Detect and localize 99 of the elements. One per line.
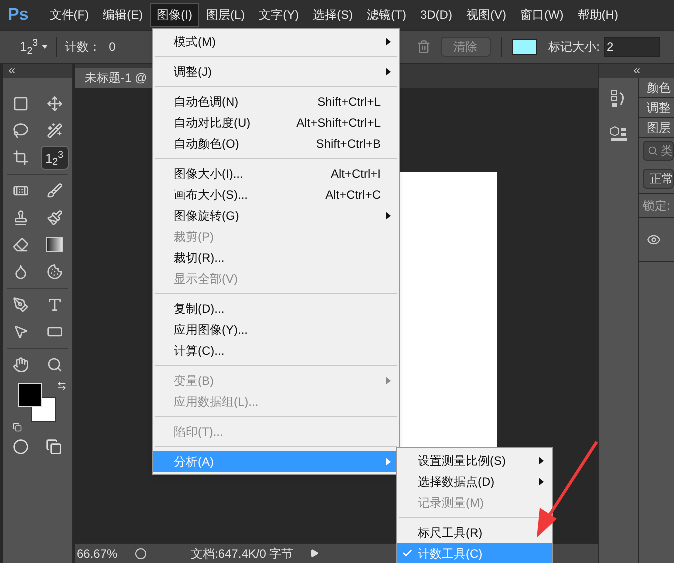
zoom-icon [46,357,62,373]
search-icon [648,146,658,156]
menu-item-label: 分析(A) [174,454,214,470]
wand-icon [46,123,62,139]
blend-mode-dropdown[interactable]: 正常 [643,168,674,188]
status-icon [135,548,147,560]
collapse-icon [632,66,642,76]
menu-item[interactable]: 选择数据点(D) [397,471,552,492]
menu-item-label: 计算(C)... [174,342,225,360]
default-colors-icon[interactable] [13,423,22,432]
count-value: 0 [109,39,116,56]
menu-item-label: 选择数据点(D) [418,474,495,490]
menu-item-label: 设置测量比例(S) [418,452,506,470]
menu-item-label: 应用数据组(L)... [174,394,259,410]
marker-size-field[interactable]: 2 [604,37,660,57]
lasso-icon [13,123,29,139]
visibility-icon[interactable] [647,232,661,246]
marker-size-label: 标记大小: [548,39,600,56]
menu-item-label: 自动对比度(U) [174,114,251,132]
pointer-icon [13,324,29,340]
menu-item[interactable]: 复制(D)... [153,298,399,319]
hand-icon [13,357,29,373]
menu-item-label: 自动色调(N) [174,94,239,110]
menu-bar-item[interactable]: 文字(Y) [252,3,306,27]
zoom-level: 66.67% [77,546,119,562]
menu-bar-item[interactable]: 图层(L) [199,3,252,27]
menu-item-label: 图像大小(I)... [174,166,244,182]
menu-item[interactable]: 自动对比度(U) Alt+Shift+Ctrl+L [153,112,399,133]
marquee-icon [13,96,29,112]
shortcut-label: Shift+Ctrl+B [316,136,381,152]
menu-bar-item[interactable]: 视图(V) [459,3,514,27]
menu-item-label: 自动颜色(O) [174,136,240,152]
collapse-icon [7,66,17,76]
shortcut-label: Alt+Ctrl+I [330,166,381,182]
menu-item[interactable]: 画布大小(S)... Alt+Ctrl+C [153,184,399,205]
menu-item-label: 显示全部(V) [174,270,238,288]
menu-item-label: 调整(J) [174,64,212,80]
menu-item[interactable]: 模式(M) [153,31,399,52]
menu-item[interactable]: 应用图像(Y)... [153,319,399,340]
droplet-icon [13,264,29,280]
brush-icon [46,183,62,199]
menu-item-label: 画布大小(S)... [174,186,248,204]
history-brush-icon [46,210,62,226]
menu-item-label: 计数工具(C) [418,546,483,562]
menu-item[interactable]: 自动色调(N) Shift+Ctrl+L [153,91,399,112]
history-panel-icon[interactable] [610,90,626,108]
menu-item-label: 复制(D)... [174,300,225,318]
panel-tab[interactable]: 图层 [639,118,674,138]
shortcut-label: Alt+Ctrl+C [326,186,381,204]
shortcut-label: Shift+Ctrl+L [318,94,381,110]
app-logo: Ps [8,4,29,26]
expand-icon[interactable] [310,549,319,558]
menu-item-label: 记录测量(M) [418,494,484,512]
color-swatches-drawing[interactable] [18,383,56,422]
gradient-icon [46,237,64,253]
shortcut-label: Alt+Shift+Ctrl+L [296,114,381,132]
menu-bar-item[interactable]: 3D(D) [413,3,460,27]
marker-color-swatch[interactable] [512,39,537,55]
check-icon [402,548,413,559]
menu-item[interactable]: 图像旋转(G) [153,205,399,226]
caret-icon [42,45,48,49]
crop-icon [13,150,29,166]
menu-bar-item[interactable]: 图像(I) [150,3,200,27]
menu-bar-item[interactable]: 编辑(E) [96,3,150,27]
screen-mode-icon[interactable] [46,439,62,455]
menu-bar-item[interactable]: 文件(F) [42,3,96,27]
pen-icon [13,297,29,313]
menu-item-label: 裁切(R)... [174,250,225,266]
menu-bar-item[interactable]: 选择(S) [306,3,360,27]
menu-item[interactable]: 图像大小(I)... Alt+Ctrl+I [153,163,399,184]
menu-item[interactable]: 标尺工具(R) [397,522,552,543]
menu-item-label: 应用图像(Y)... [174,322,248,338]
panel-tab[interactable]: 调整 [639,98,674,118]
trash-icon [416,40,431,54]
menu-item[interactable]: 计算(C)... [153,340,399,361]
menu-item-label: 变量(B) [174,372,214,390]
menu-item-label: 裁剪(P) [174,228,214,246]
menu-item[interactable]: 自动颜色(O) Shift+Ctrl+B [153,133,399,154]
menu-item-label: 陷印(T)... [174,424,224,440]
menu-bar-item[interactable]: 窗口(W) [513,3,571,27]
menu-item-label: 标尺工具(R) [418,524,483,542]
menu-item-label: 模式(M) [174,34,216,50]
count-label: 计数： [65,39,102,56]
move-icon [46,96,62,112]
document-info: 文档:647.4K/0 字节 [191,546,294,562]
menu-item[interactable]: 裁切(R)... [153,247,399,268]
stamp-icon [13,210,29,226]
lock-label: 锁定: [643,198,670,214]
swap-colors-icon[interactable] [57,381,67,391]
menu-bar-item[interactable]: 帮助(H) [570,3,626,27]
sponge-icon [46,264,62,280]
menu-item[interactable]: 设置测量比例(S) [397,450,552,471]
panel-tab[interactable]: 颜色 [639,78,674,98]
menu-item-label: 图像旋转(G) [174,208,240,224]
properties-panel-icon[interactable] [610,126,628,142]
eraser-icon [13,237,29,253]
quick-mask-icon[interactable] [13,439,29,455]
menu-bar-item[interactable]: 滤镜(T) [360,3,414,27]
type-icon [46,297,62,313]
